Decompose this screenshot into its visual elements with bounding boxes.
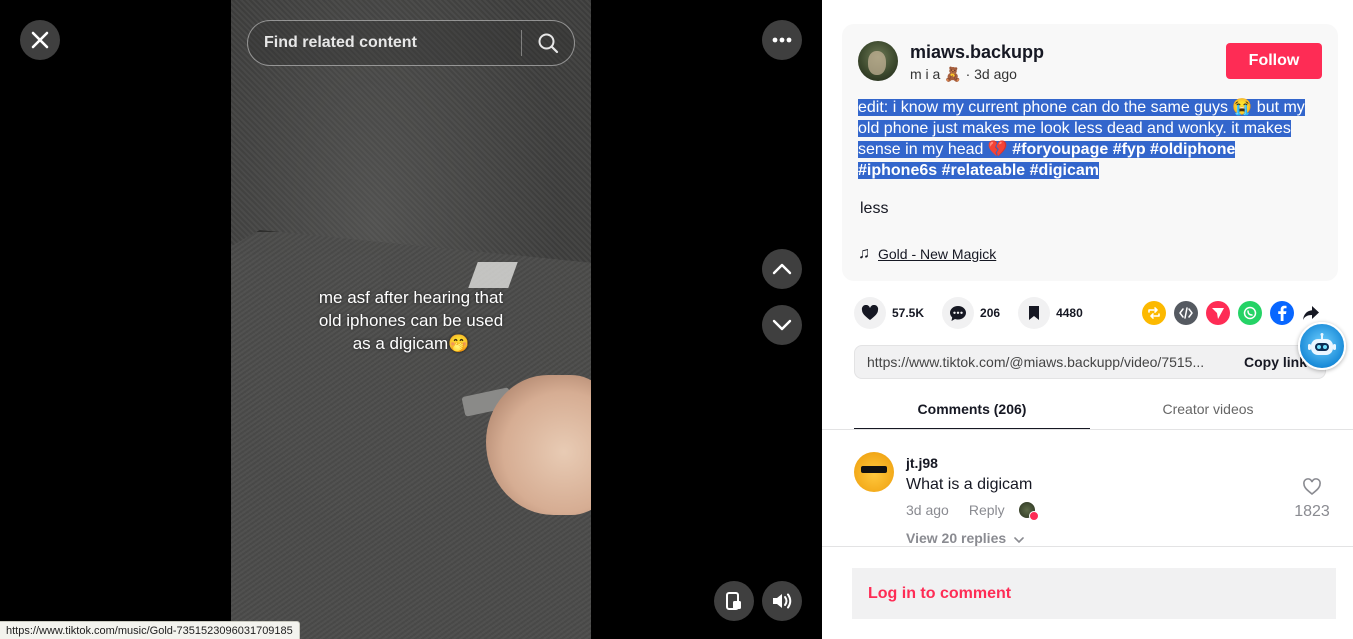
commenter-username[interactable]: jt.j98 [906, 455, 938, 471]
share-arrow-icon[interactable] [1302, 305, 1320, 321]
send-icon[interactable] [1206, 301, 1230, 325]
comment-count: 206 [980, 306, 1001, 320]
share-icons-row [1142, 301, 1320, 325]
panel-tabs: Comments (206) Creator videos [854, 390, 1326, 430]
assistant-robot-button[interactable] [1298, 322, 1346, 370]
close-button[interactable] [20, 20, 60, 60]
floating-player-button[interactable] [714, 581, 754, 621]
floating-player-icon [726, 592, 741, 610]
author-meta: m i a 🧸 · 3d ago [910, 66, 1017, 83]
comment-meta: 3d ago Reply [906, 502, 1039, 521]
save-count: 4480 [1056, 306, 1083, 320]
like-count: 57.5K [892, 306, 925, 320]
heart-outline-icon[interactable] [1302, 478, 1322, 496]
hashtag-link[interactable]: #iphone6s [858, 162, 938, 179]
previous-video-button[interactable] [762, 249, 802, 289]
comment-footer-divider [822, 546, 1353, 547]
post-description: edit: i know my current phone can do the… [858, 97, 1318, 181]
more-options-button[interactable] [762, 20, 802, 60]
video-caption-line: me asf after hearing that [318, 288, 504, 307]
search-button[interactable] [522, 32, 574, 54]
bookmark-icon [1029, 306, 1040, 320]
like-button[interactable] [854, 297, 886, 329]
post-info-card: miaws.backupp m i a 🧸 · 3d ago Follow ed… [842, 24, 1338, 281]
close-icon [31, 31, 49, 49]
comment-like[interactable]: 1823 [1292, 478, 1332, 521]
facebook-icon[interactable] [1270, 301, 1294, 325]
video-caption: me asf after hearing that old iphones ca… [231, 286, 591, 355]
music-link[interactable]: Gold - New Magick [878, 246, 996, 262]
embed-icon[interactable] [1174, 301, 1198, 325]
robot-icon [1308, 333, 1336, 355]
next-video-button[interactable] [762, 305, 802, 345]
view-replies-button[interactable]: View 20 replies [906, 530, 1024, 546]
video-link-url[interactable]: https://www.tiktok.com/@miaws.backupp/vi… [855, 354, 1244, 370]
video-caption-line: old iphones can be used [318, 311, 504, 330]
save-action[interactable]: 4480 [1018, 297, 1083, 329]
more-dots-icon [772, 37, 792, 43]
view-replies-label: View 20 replies [906, 530, 1007, 546]
author-avatar[interactable] [858, 41, 898, 81]
hashtag-link[interactable]: #oldiphone [1150, 141, 1236, 158]
related-search-input[interactable]: Find related content [248, 34, 521, 52]
tabs-divider [822, 429, 1353, 430]
show-less-button[interactable]: less [860, 200, 888, 218]
copy-link-box[interactable]: https://www.tiktok.com/@miaws.backupp/vi… [854, 345, 1326, 379]
music-row[interactable]: ♫ Gold - New Magick [858, 245, 996, 263]
reply-button[interactable]: Reply [969, 502, 1005, 518]
related-search-bar[interactable]: Find related content [247, 20, 575, 66]
comment-text: What is a digicam [906, 476, 1033, 493]
heart-icon [861, 305, 879, 320]
tab-comments[interactable]: Comments (206) [854, 390, 1090, 430]
engagement-actions: 57.5K 206 4480 [854, 296, 1101, 330]
chevron-up-icon [772, 263, 792, 275]
search-icon [538, 33, 559, 54]
commenter-avatar[interactable] [854, 452, 894, 492]
login-to-comment-button[interactable]: Log in to comment [852, 568, 1336, 619]
follow-button[interactable]: Follow [1226, 43, 1322, 79]
save-button[interactable] [1018, 297, 1051, 329]
tab-creator-videos[interactable]: Creator videos [1090, 390, 1326, 430]
chevron-down-icon [1014, 537, 1024, 544]
hashtag-link[interactable]: #digicam [1029, 162, 1100, 179]
video-caption-line: as a digicam🤭 [352, 334, 470, 353]
volume-icon [773, 593, 792, 609]
volume-button[interactable] [762, 581, 802, 621]
video-player[interactable]: me asf after hearing that old iphones ca… [0, 0, 822, 639]
comment-time: 3d ago [906, 502, 949, 518]
comment-like-count: 1823 [1294, 503, 1330, 520]
author-nickname: m i a 🧸 [910, 66, 962, 82]
author-username[interactable]: miaws.backupp [910, 42, 1044, 63]
chevron-down-icon [772, 319, 792, 331]
comment-bubble-icon [950, 305, 967, 321]
comment-action[interactable]: 206 [942, 297, 1000, 329]
post-time: · 3d ago [965, 66, 1017, 82]
details-panel: miaws.backupp m i a 🧸 · 3d ago Follow ed… [822, 0, 1353, 639]
hashtag-link[interactable]: #fyp [1112, 141, 1146, 158]
status-bar-url: https://www.tiktok.com/music/Gold-735152… [0, 621, 300, 639]
creator-liked-avatar [1018, 502, 1039, 521]
repost-icon[interactable] [1142, 301, 1166, 325]
hashtag-link[interactable]: #relateable [941, 162, 1026, 179]
music-note-icon: ♫ [858, 245, 870, 262]
hashtag-link[interactable]: #foryoupage [1012, 141, 1109, 158]
like-action[interactable]: 57.5K [854, 297, 924, 329]
comment-button[interactable] [942, 297, 975, 329]
comment-item: jt.j98 What is a digicam 3d ago Reply Vi… [854, 452, 1330, 546]
whatsapp-icon[interactable] [1238, 301, 1262, 325]
